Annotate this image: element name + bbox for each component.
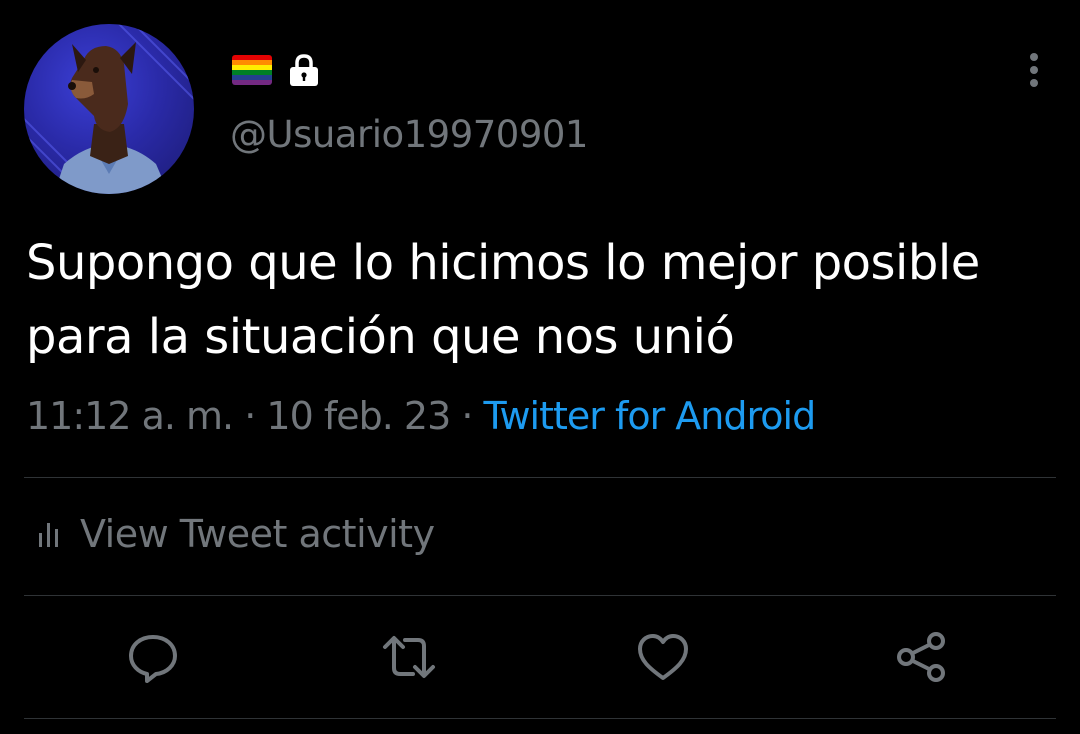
reply-button[interactable]: [126, 630, 180, 684]
avatar[interactable]: [24, 24, 194, 194]
share-icon: [897, 632, 945, 682]
meta-separator: ·: [244, 394, 256, 438]
pride-flag-icon: [232, 55, 272, 85]
heart-icon: [638, 634, 688, 680]
more-options-icon[interactable]: [1020, 50, 1048, 90]
tweet-text: Supongo que lo hicimos lo mejor posible …: [26, 235, 980, 365]
analytics-icon: [39, 523, 58, 547]
like-button[interactable]: [636, 630, 690, 684]
view-tweet-activity-button[interactable]: View Tweet activity: [36, 512, 435, 556]
retweet-button[interactable]: [382, 630, 436, 684]
divider: [24, 477, 1056, 478]
tweet-meta: 11:12 a. m. · 10 feb. 23 · Twitter for A…: [26, 394, 817, 438]
tweet-time: 11:12 a. m.: [26, 394, 234, 438]
lock-icon: [290, 54, 318, 86]
divider: [24, 718, 1056, 719]
share-button[interactable]: [894, 630, 948, 684]
view-tweet-activity-label: View Tweet activity: [80, 512, 435, 556]
flag-stripe: [232, 80, 272, 85]
tweet-date: 10 feb. 23: [266, 394, 451, 438]
retweet-icon: [383, 636, 435, 678]
tweet-source-link[interactable]: Twitter for Android: [484, 394, 817, 438]
avatar-image: [24, 24, 194, 194]
divider: [24, 595, 1056, 596]
user-handle[interactable]: @Usuario19970901: [230, 113, 588, 156]
meta-separator: ·: [461, 394, 473, 438]
reply-icon: [129, 635, 177, 683]
